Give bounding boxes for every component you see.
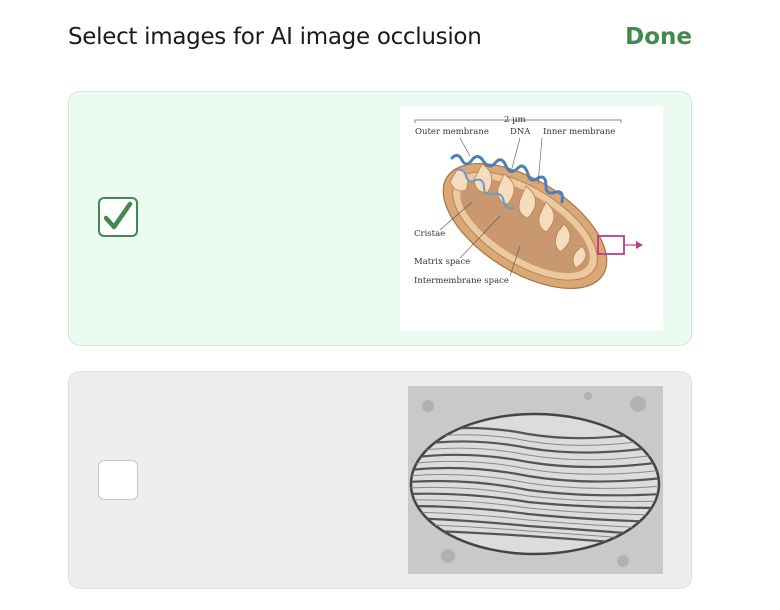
page-title: Select images for AI image occlusion [68,24,482,50]
checkmark-icon [103,201,133,230]
image-card-selected[interactable]: 2 µm Outer membrane DNA Inner membrane C… [68,91,692,346]
mitochondrion-diagram-image[interactable]: 2 µm Outer membrane DNA Inner membrane C… [400,106,663,331]
diagram-label-outer-membrane: Outer membrane [415,127,489,137]
diagram-label-inner-membrane: Inner membrane [543,127,616,137]
diagram-label-matrix-space: Matrix space [414,257,471,267]
mitochondrion-diagram-art [414,119,643,290]
done-button[interactable]: Done [625,24,692,50]
diagram-label-intermembrane-space: Intermembrane space [414,276,509,286]
checkbox-checked[interactable] [98,197,138,237]
mitochondrion-micrograph-image[interactable] [408,386,663,574]
diagram-label-dna: DNA [510,127,531,137]
diagram-label-scale: 2 µm [504,115,526,125]
micrograph-art [408,386,663,574]
image-card-unselected[interactable] [68,371,692,589]
diagram-label-cristae: Cristae [414,229,446,239]
checkbox-unchecked[interactable] [98,460,138,500]
